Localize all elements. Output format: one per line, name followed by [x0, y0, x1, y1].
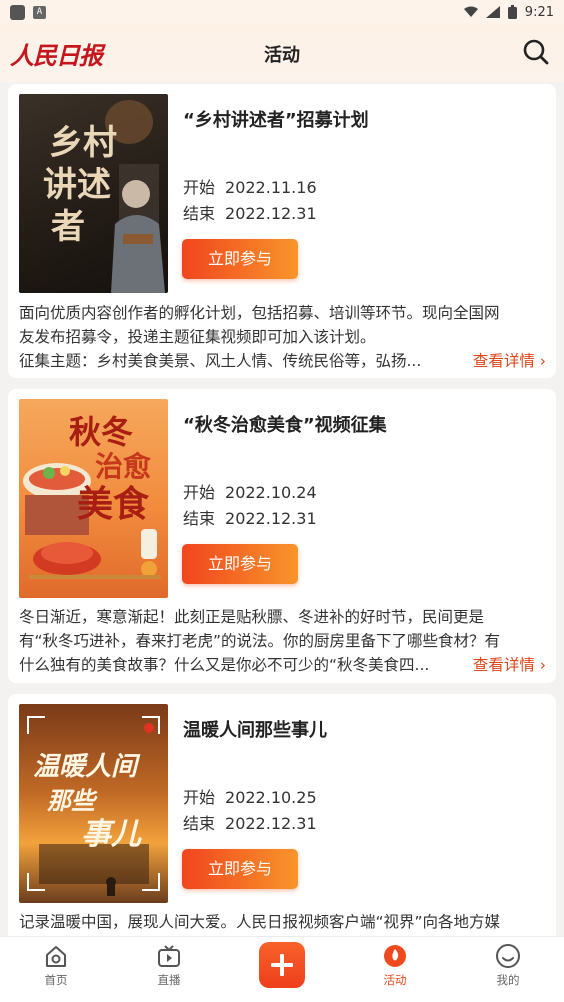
wifi-icon — [463, 6, 478, 17]
view-details-link[interactable]: 查看详情 › — [468, 349, 546, 373]
activity-title[interactable]: 温暖人间那些事儿 — [183, 716, 327, 742]
activity-description: 冬日渐近，寒意渐起！此刻正是贴秋膘、冬进补的好时节，民间更是 有“秋冬巧进补，春… — [19, 608, 501, 674]
activity-thumbnail[interactable]: 秋冬 治愈 美食 — [19, 399, 168, 598]
activity-thumbnail[interactable]: 温暖人间 那些 事儿 — [19, 704, 168, 903]
thumbnail-title: 温暖人间 那些 事儿 — [33, 752, 141, 852]
view-details-link[interactable]: 查看详情 › — [468, 653, 546, 677]
start-date-row: 开始 2022.10.25 — [183, 788, 317, 807]
clock: 9:21 — [524, 4, 554, 20]
join-button[interactable]: 立即参与 — [182, 849, 298, 889]
tab-activity[interactable]: 活动 — [355, 943, 435, 988]
activity-title[interactable]: “秋冬治愈美食”视频征集 — [183, 411, 387, 437]
activity-description: 记录温暖中国，展现人间大爱。人民日报视频客户端“视界”向各地方媒 — [19, 913, 501, 931]
activity-card[interactable]: 温暖人间 那些 事儿 温暖人间那些事儿 开始 2022.10.25 结束 2022.… — [8, 694, 556, 954]
live-icon — [158, 945, 180, 967]
activity-thumbnail[interactable]: 乡村 讲述 者 — [19, 94, 168, 293]
activity-title[interactable]: “乡村讲述者”招募计划 — [183, 106, 369, 132]
search-icon[interactable] — [522, 38, 550, 66]
home-icon — [46, 946, 66, 967]
end-date-row: 结束 2022.12.31 — [183, 204, 317, 223]
start-date-row: 开始 2022.10.24 — [183, 483, 317, 502]
activity-card[interactable]: 秋冬 治愈 美食 “秋冬治愈美食”视频征集 开始 2022.10.24 结束 202… — [8, 389, 556, 683]
plus-icon — [271, 954, 293, 976]
activity-card[interactable]: 乡村 讲述 者 “乡村讲述者”招募计划 开始 2022.11.16 结束 2022.… — [8, 84, 556, 378]
end-date-row: 结束 2022.12.31 — [183, 814, 317, 833]
app-header: 人民日报 活动 — [0, 24, 564, 82]
thumbnail-title: 乡村 讲述 者 — [43, 123, 117, 247]
page-title: 活动 — [264, 45, 300, 66]
activity-icon — [384, 945, 406, 967]
tab-live[interactable]: 直播 — [129, 943, 209, 988]
signal-icon — [485, 6, 500, 18]
tab-mine[interactable]: 我的 — [468, 943, 548, 988]
publish-button[interactable] — [259, 942, 305, 988]
end-date-row: 结束 2022.12.31 — [183, 509, 317, 528]
activity-description: 面向优质内容创作者的孵化计划，包括招募、培训等环节。现向全国网 友发布招募令，投… — [19, 304, 500, 370]
profile-icon — [496, 944, 520, 968]
status-bar: A 9:21 — [0, 0, 564, 24]
a-badge-icon: A — [33, 5, 46, 19]
thumbnail-title: 秋冬 治愈 美食 — [69, 413, 152, 525]
notification-icon — [10, 4, 25, 20]
join-button[interactable]: 立即参与 — [182, 544, 298, 584]
start-date-row: 开始 2022.11.16 — [183, 178, 317, 197]
join-button[interactable]: 立即参与 — [182, 239, 298, 279]
tab-home[interactable]: 首页 — [16, 943, 96, 988]
battery-icon — [507, 5, 517, 19]
